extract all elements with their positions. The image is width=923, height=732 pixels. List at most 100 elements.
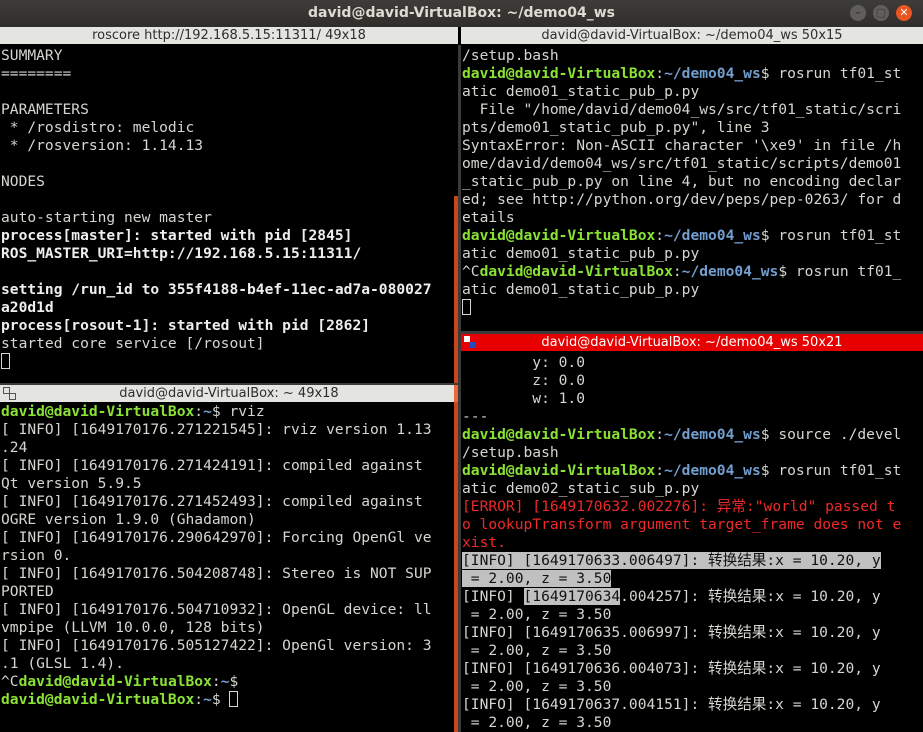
terminal-pane-rviz[interactable]: david@david-VirtualBox: ~ 49x18 david@da… <box>0 385 458 732</box>
pane-title: david@david-VirtualBox: ~/demo04_ws 50x1… <box>461 27 923 44</box>
terminal-line: * /rosversion: 1.14.13 <box>1 137 458 155</box>
terminal-text: = 2.00, z = 3.50 <box>462 606 612 623</box>
terminal-pane-sub[interactable]: david@david-VirtualBox: ~/demo04_ws 50x2… <box>461 334 923 732</box>
terminal-line: * /rosdistro: melodic <box>1 119 458 137</box>
terminal-line: david@david-VirtualBox:~/demo04_ws$ sour… <box>462 426 923 444</box>
vertical-splitter[interactable] <box>458 45 461 732</box>
terminal-text: ~/demo04_ws <box>681 263 779 280</box>
terminal-text: [ INFO] [1649170176.504208748]: Stereo i… <box>1 565 432 582</box>
terminal-pane-roscore[interactable]: roscore http://192.168.5.15:11311/ 49x18… <box>0 27 458 383</box>
terminal-line <box>1 353 458 371</box>
terminal-text: atic demo01_static_pub_p.py <box>462 281 700 298</box>
terminal-text: pts/demo01_static_pub_p.py", line 3 <box>462 119 770 136</box>
terminal-line: [ INFO] [1649170176.271221545]: rviz ver… <box>1 421 458 439</box>
terminal-text: : <box>655 426 665 443</box>
terminal-line: [INFO] [1649170637.004151]: 转换结果:x = 10.… <box>462 696 923 714</box>
terminal-text: SUMMARY <box>1 47 63 64</box>
terminal-text: : <box>655 462 665 479</box>
terminal-text: .004257]: 转换结果:x = 10.20, y <box>620 588 881 605</box>
terminal-text: ======== <box>1 65 72 82</box>
terminal-text: ome/david/demo04_ws/src/tf01_static/scri… <box>462 155 902 172</box>
terminal-text: SyntaxError: Non-ASCII character '\xe9' … <box>462 137 902 154</box>
terminal-text: process[master]: started with pid [2845] <box>1 227 353 244</box>
terminal-text: [INFO] [1649170636.004073]: 转换结果:x = 10.… <box>462 660 881 677</box>
terminal-text: $ rosrun tf01_st <box>760 65 902 82</box>
terminal-line: z: 0.0 <box>462 372 923 390</box>
terminal-text: ROS_MASTER_URI=http://192.168.5.15:11311… <box>1 245 362 262</box>
close-icon[interactable]: ✕ <box>896 5 912 21</box>
terminal-line: david@david-VirtualBox:~$ rviz <box>1 403 458 421</box>
window-titlebar[interactable]: david@david-VirtualBox: ~/demo04_ws – ▢ … <box>0 0 923 27</box>
terminal-line: [INFO] [1649170634.004257]: 转换结果:x = 10.… <box>462 588 923 606</box>
pane-title: roscore http://192.168.5.15:11311/ 49x18 <box>0 27 458 44</box>
terminal-text: etails <box>462 209 515 226</box>
terminal-text: o lookupTransform argument target_frame … <box>462 516 902 533</box>
terminal-text: PORTED <box>1 583 54 600</box>
terminal-line: [ INFO] [1649170176.271452493]: compiled… <box>1 493 458 511</box>
terminal-line: _static_pub_p.py on line 4, but no encod… <box>462 173 923 191</box>
terminal-line: /setup.bash <box>462 444 923 462</box>
terminal-cursor <box>462 299 471 315</box>
minimize-icon[interactable]: – <box>850 5 866 21</box>
terminal-text: NODES <box>1 173 45 190</box>
terminal-line: ome/david/demo04_ws/src/tf01_static/scri… <box>462 155 923 173</box>
terminal-text: --- <box>462 408 489 425</box>
terminal-output[interactable]: david@david-VirtualBox:~$ rviz[ INFO] [1… <box>1 403 458 709</box>
pane-title-active: david@david-VirtualBox: ~/demo04_ws 50x2… <box>461 334 923 351</box>
terminal-line: ======== <box>1 65 458 83</box>
terminal-text: setting /run_id to 355f4188-b4ef-11ec-ad… <box>1 281 432 298</box>
terminal-line: [ INFO] [1649170176.504710932]: OpenGL d… <box>1 601 458 619</box>
terminal-text: process[rosout-1]: started with pid [286… <box>1 317 371 334</box>
terminal-text: [ INFO] [1649170176.271424191]: compiled… <box>1 457 423 474</box>
terminal-output[interactable]: SUMMARY ======== PARAMETERS * /rosdistro: … <box>1 47 458 371</box>
terminal-text: [INFO] [1649170633.006497]: 转换结果:x = 10.… <box>462 552 881 569</box>
terminal-line: OGRE version 1.9.0 (Ghadamon) <box>1 511 458 529</box>
terminal-text: Qt version 5.9.5 <box>1 475 142 492</box>
terminal-text: ~ <box>203 691 212 708</box>
terminal-text: david@david-VirtualBox <box>462 426 656 443</box>
terminal-text: xist. <box>462 534 506 551</box>
terminal-text: a20d1d <box>1 299 54 316</box>
terminal-line: process[master]: started with pid [2845] <box>1 227 458 245</box>
horizontal-splitter-left[interactable] <box>0 383 458 385</box>
terminal-text: david@david-VirtualBox <box>462 65 656 82</box>
terminal-output[interactable]: y: 0.0 z: 0.0 w: 1.0 --- david@david-Virtu… <box>462 354 923 732</box>
terminal-line: --- <box>462 408 923 426</box>
terminal-text: auto-starting new master <box>1 209 212 226</box>
terminal-line: = 2.00, z = 3.50 <box>462 642 923 660</box>
terminal-output[interactable]: /setup.bash david@david-VirtualBox:~/demo… <box>462 47 923 317</box>
terminal-line: y: 0.0 <box>462 354 923 372</box>
terminal-text: File "/home/david/demo04_ws/src/tf01_sta… <box>462 101 902 118</box>
terminal-text: started core service [/rosout] <box>1 335 265 352</box>
terminal-text: david@david-VirtualBox <box>462 227 656 244</box>
terminal-text: : <box>194 403 204 420</box>
terminal-text: atic demo02_static_sub_p.py <box>462 480 700 497</box>
terminal-pane-pub[interactable]: david@david-VirtualBox: ~/demo04_ws 50x1… <box>461 27 923 331</box>
terminal-line: File "/home/david/demo04_ws/src/tf01_sta… <box>462 101 923 119</box>
terminal-line: ^Cdavid@david-VirtualBox:~$ <box>1 673 458 691</box>
terminal-line: SUMMARY <box>1 47 458 65</box>
terminal-line: rsion 0. <box>1 547 458 565</box>
terminal-text: /setup.bash <box>462 47 559 64</box>
terminal-text: [INFO] [1649170635.006997]: 转换结果:x = 10.… <box>462 624 881 641</box>
terminal-line: .24 <box>1 439 458 457</box>
maximize-icon[interactable]: ▢ <box>873 5 889 21</box>
terminal-line: auto-starting new master <box>1 209 458 227</box>
terminal-text: $ rosrun tf01_ <box>778 263 902 280</box>
terminal-line: [INFO] [1649170635.006997]: 转换结果:x = 10.… <box>462 624 923 642</box>
terminal-line: NODES <box>1 173 458 191</box>
terminal-line: SyntaxError: Non-ASCII character '\xe9' … <box>462 137 923 155</box>
terminal-line: [INFO] [1649170633.006497]: 转换结果:x = 10.… <box>462 552 923 570</box>
horizontal-splitter-right[interactable] <box>461 331 923 334</box>
terminal-text: ~ <box>203 403 212 420</box>
terminal-text: [ INFO] [1649170176.504710932]: OpenGL d… <box>1 601 432 618</box>
terminal-text: = 2.00, z = 3.50 <box>462 714 612 731</box>
terminal-text: [ INFO] [1649170176.271221545]: rviz ver… <box>1 421 432 438</box>
terminal-text: : <box>194 691 204 708</box>
terminal-line: PORTED <box>1 583 458 601</box>
terminal-text: rsion 0. <box>1 547 72 564</box>
